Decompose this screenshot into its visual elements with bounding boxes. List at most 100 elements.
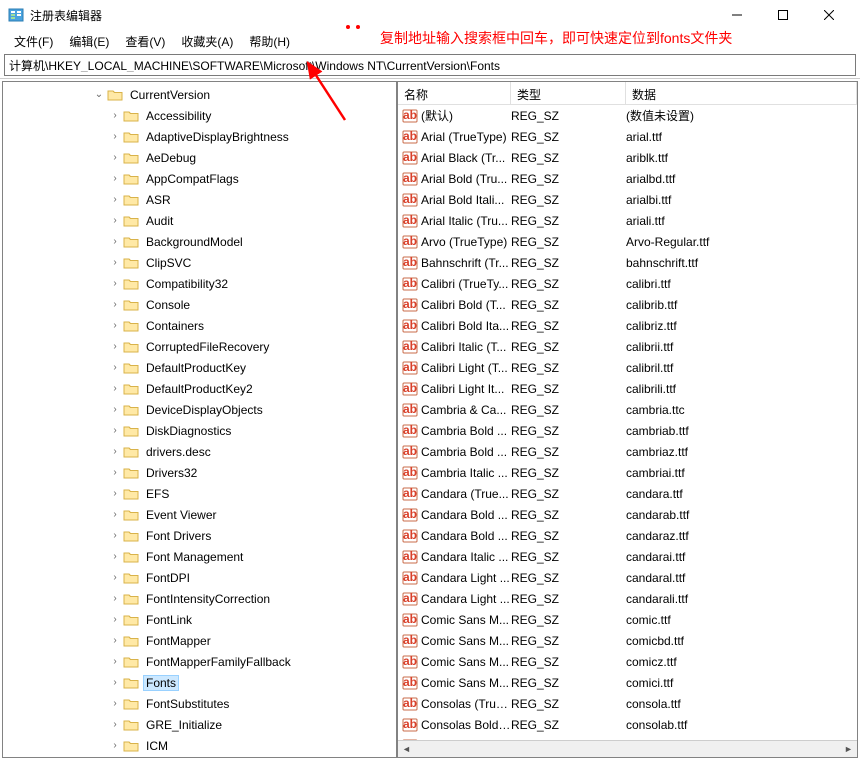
list-row[interactable]: abCalibri Light It...REG_SZcalibrili.ttf [398,378,857,399]
tree-item[interactable]: ›FontLink [3,609,396,630]
list-row[interactable]: abCandara Light ...REG_SZcandaral.ttf [398,567,857,588]
list-row[interactable]: abArial Black (Tr...REG_SZariblk.ttf [398,147,857,168]
chevron-right-icon[interactable]: › [107,698,123,709]
tree-item[interactable]: ›ICM [3,735,396,756]
chevron-right-icon[interactable]: › [107,299,123,310]
list-row[interactable]: abComic Sans M...REG_SZcomic.ttf [398,609,857,630]
tree-item-parent[interactable]: ⌄CurrentVersion [3,84,396,105]
minimize-button[interactable] [714,0,760,30]
list-row[interactable]: abConsolas (True...REG_SZconsola.ttf [398,693,857,714]
scroll-left-icon[interactable]: ◄ [398,744,415,754]
list-row[interactable]: abArial Bold Itali...REG_SZarialbi.ttf [398,189,857,210]
column-data[interactable]: 数据 [626,82,857,104]
list-row[interactable]: abCambria Bold ...REG_SZcambriaz.ttf [398,441,857,462]
chevron-right-icon[interactable]: › [107,194,123,205]
tree-item[interactable]: ›GRE_Initialize [3,714,396,735]
chevron-right-icon[interactable]: › [107,341,123,352]
list-row[interactable]: abArvo (TrueType)REG_SZArvo-Regular.ttf [398,231,857,252]
tree-item[interactable]: ›FontIntensityCorrection [3,588,396,609]
chevron-right-icon[interactable]: › [107,530,123,541]
chevron-right-icon[interactable]: › [107,362,123,373]
chevron-right-icon[interactable]: › [107,257,123,268]
chevron-right-icon[interactable]: › [107,215,123,226]
tree-item[interactable]: ›DefaultProductKey [3,357,396,378]
list-row[interactable]: abConsolas Bold ...REG_SZconsolab.ttf [398,714,857,735]
chevron-right-icon[interactable]: › [107,110,123,121]
list-row[interactable]: abArial Italic (Tru...REG_SZariali.ttf [398,210,857,231]
tree-item[interactable]: ›FontMapperFamilyFallback [3,651,396,672]
column-type[interactable]: 类型 [511,82,626,104]
chevron-right-icon[interactable]: › [107,635,123,646]
list-row[interactable]: abCambria & Ca...REG_SZcambria.ttc [398,399,857,420]
tree-item[interactable]: ›FontSubstitutes [3,693,396,714]
list-row[interactable]: abCandara (True...REG_SZcandara.ttf [398,483,857,504]
list-row[interactable]: abCambria Italic ...REG_SZcambriai.ttf [398,462,857,483]
close-button[interactable] [806,0,852,30]
tree-item[interactable]: ›AppCompatFlags [3,168,396,189]
tree-item[interactable]: ›Fonts [3,672,396,693]
address-bar[interactable] [4,54,856,76]
chevron-right-icon[interactable]: › [107,131,123,142]
list-row[interactable]: abCalibri Bold Ita...REG_SZcalibriz.ttf [398,315,857,336]
tree-item[interactable]: ›drivers.desc [3,441,396,462]
chevron-right-icon[interactable]: › [107,173,123,184]
menu-file[interactable]: 文件(F) [8,31,59,52]
chevron-right-icon[interactable]: › [107,572,123,583]
chevron-right-icon[interactable]: › [107,656,123,667]
horizontal-scrollbar[interactable]: ◄ ► [398,740,857,757]
tree-item[interactable]: ›Font Drivers [3,525,396,546]
chevron-right-icon[interactable]: › [107,467,123,478]
tree-item[interactable]: ›DeviceDisplayObjects [3,399,396,420]
tree-pane[interactable]: ⌄CurrentVersion›Accessibility›AdaptiveDi… [2,81,397,758]
list-row[interactable]: abCandara Italic ...REG_SZcandarai.ttf [398,546,857,567]
menu-help[interactable]: 帮助(H) [243,31,296,52]
tree-item[interactable]: ›ASR [3,189,396,210]
tree-item[interactable]: ›Console [3,294,396,315]
chevron-down-icon[interactable]: ⌄ [91,89,107,100]
tree-item[interactable]: ›Font Management [3,546,396,567]
tree-item[interactable]: ›ClipSVC [3,252,396,273]
menu-view[interactable]: 查看(V) [119,31,171,52]
list-row[interactable]: abCalibri (TrueTy...REG_SZcalibri.ttf [398,273,857,294]
list-row[interactable]: abCalibri Italic (T...REG_SZcalibrii.ttf [398,336,857,357]
chevron-right-icon[interactable]: › [107,152,123,163]
tree-item[interactable]: ›AdaptiveDisplayBrightness [3,126,396,147]
address-input[interactable] [9,58,851,72]
tree-item[interactable]: ›DiskDiagnostics [3,420,396,441]
list-row[interactable]: abCalibri Bold (T...REG_SZcalibrib.ttf [398,294,857,315]
chevron-right-icon[interactable]: › [107,719,123,730]
tree-item[interactable]: ›Drivers32 [3,462,396,483]
chevron-right-icon[interactable]: › [107,383,123,394]
chevron-right-icon[interactable]: › [107,446,123,457]
list-row[interactable]: abArial (TrueType)REG_SZarial.ttf [398,126,857,147]
list-row[interactable]: abCandara Bold ...REG_SZcandaraz.ttf [398,525,857,546]
tree-item[interactable]: ›EFS [3,483,396,504]
tree-item[interactable]: ›BackgroundModel [3,231,396,252]
tree-item[interactable]: ›Accessibility [3,105,396,126]
chevron-right-icon[interactable]: › [107,677,123,688]
list-row[interactable]: abArial Bold (Tru...REG_SZarialbd.ttf [398,168,857,189]
list-row[interactable]: abCandara Bold ...REG_SZcandarab.ttf [398,504,857,525]
tree-item[interactable]: ›DefaultProductKey2 [3,378,396,399]
maximize-button[interactable] [760,0,806,30]
tree-item[interactable]: ›Audit [3,210,396,231]
chevron-right-icon[interactable]: › [107,404,123,415]
chevron-right-icon[interactable]: › [107,740,123,751]
tree-item[interactable]: ›Compatibility32 [3,273,396,294]
tree-item[interactable]: ›AeDebug [3,147,396,168]
chevron-right-icon[interactable]: › [107,278,123,289]
list-body[interactable]: ab(默认)REG_SZ(数值未设置)abArial (TrueType)REG… [398,105,857,740]
list-row[interactable]: abComic Sans M...REG_SZcomicz.ttf [398,651,857,672]
chevron-right-icon[interactable]: › [107,551,123,562]
list-row[interactable]: abCambria Bold ...REG_SZcambriab.ttf [398,420,857,441]
tree-item[interactable]: ›FontMapper [3,630,396,651]
chevron-right-icon[interactable]: › [107,593,123,604]
tree-item[interactable]: ›FontDPI [3,567,396,588]
chevron-right-icon[interactable]: › [107,509,123,520]
scroll-right-icon[interactable]: ► [840,744,857,754]
column-name[interactable]: 名称 [398,82,511,104]
chevron-right-icon[interactable]: › [107,614,123,625]
chevron-right-icon[interactable]: › [107,425,123,436]
menu-edit[interactable]: 编辑(E) [63,31,115,52]
chevron-right-icon[interactable]: › [107,488,123,499]
